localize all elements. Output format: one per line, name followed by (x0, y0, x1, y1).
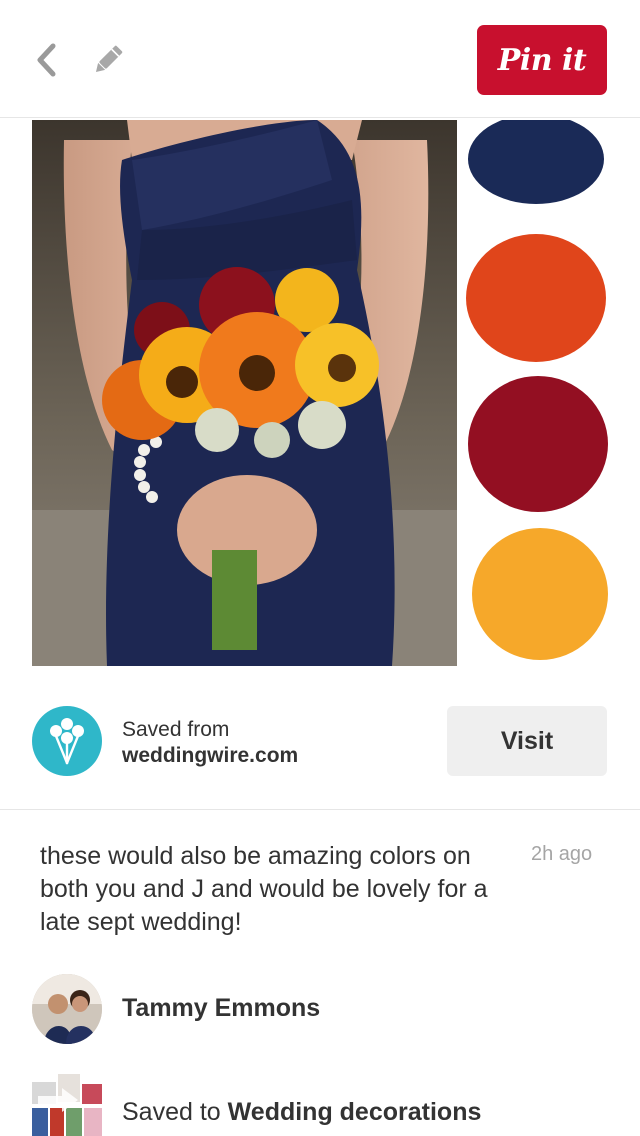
gold-color-swatch (472, 528, 608, 660)
board-row[interactable]: Saved to Wedding decorations (0, 1060, 640, 1136)
weddingwire-logo[interactable] (32, 706, 102, 776)
saved-from-label: Saved from (122, 718, 230, 741)
pin-image[interactable] (32, 120, 608, 666)
board-name-link[interactable]: Wedding decorations (228, 1098, 482, 1126)
timestamp: 2h ago (531, 843, 593, 865)
pinner-name[interactable]: Tammy Emmons (122, 994, 320, 1023)
burgundy-color-swatch (468, 376, 608, 512)
pin-description: these would also be amazing colors on bo… (40, 842, 488, 936)
saved-to-label: Saved to (122, 1098, 221, 1126)
board-label: Saved to Wedding decorations (122, 1098, 481, 1127)
back-button[interactable] (26, 40, 66, 80)
balloon-icon (50, 718, 84, 765)
visit-button[interactable]: Visit (447, 706, 607, 776)
bridesmaid-photo (32, 120, 457, 666)
pencil-icon (95, 45, 123, 73)
pin-it-button[interactable]: Pin it (477, 25, 607, 95)
edit-button[interactable] (86, 38, 130, 82)
pin-detail-page: Pin it Saved from weddingwire.com Visit … (0, 0, 640, 1136)
pinner-row[interactable]: Tammy Emmons (0, 972, 640, 1048)
chevron-left-icon (37, 43, 56, 77)
source-domain-link[interactable]: weddingwire.com (122, 744, 298, 768)
board-thumbnail[interactable] (32, 1074, 102, 1136)
orange-color-swatch (466, 234, 606, 362)
source-section: Saved from weddingwire.com Visit (0, 690, 640, 810)
top-bar: Pin it (0, 0, 640, 118)
avatar[interactable] (32, 974, 102, 1044)
navy-color-swatch (468, 120, 604, 204)
